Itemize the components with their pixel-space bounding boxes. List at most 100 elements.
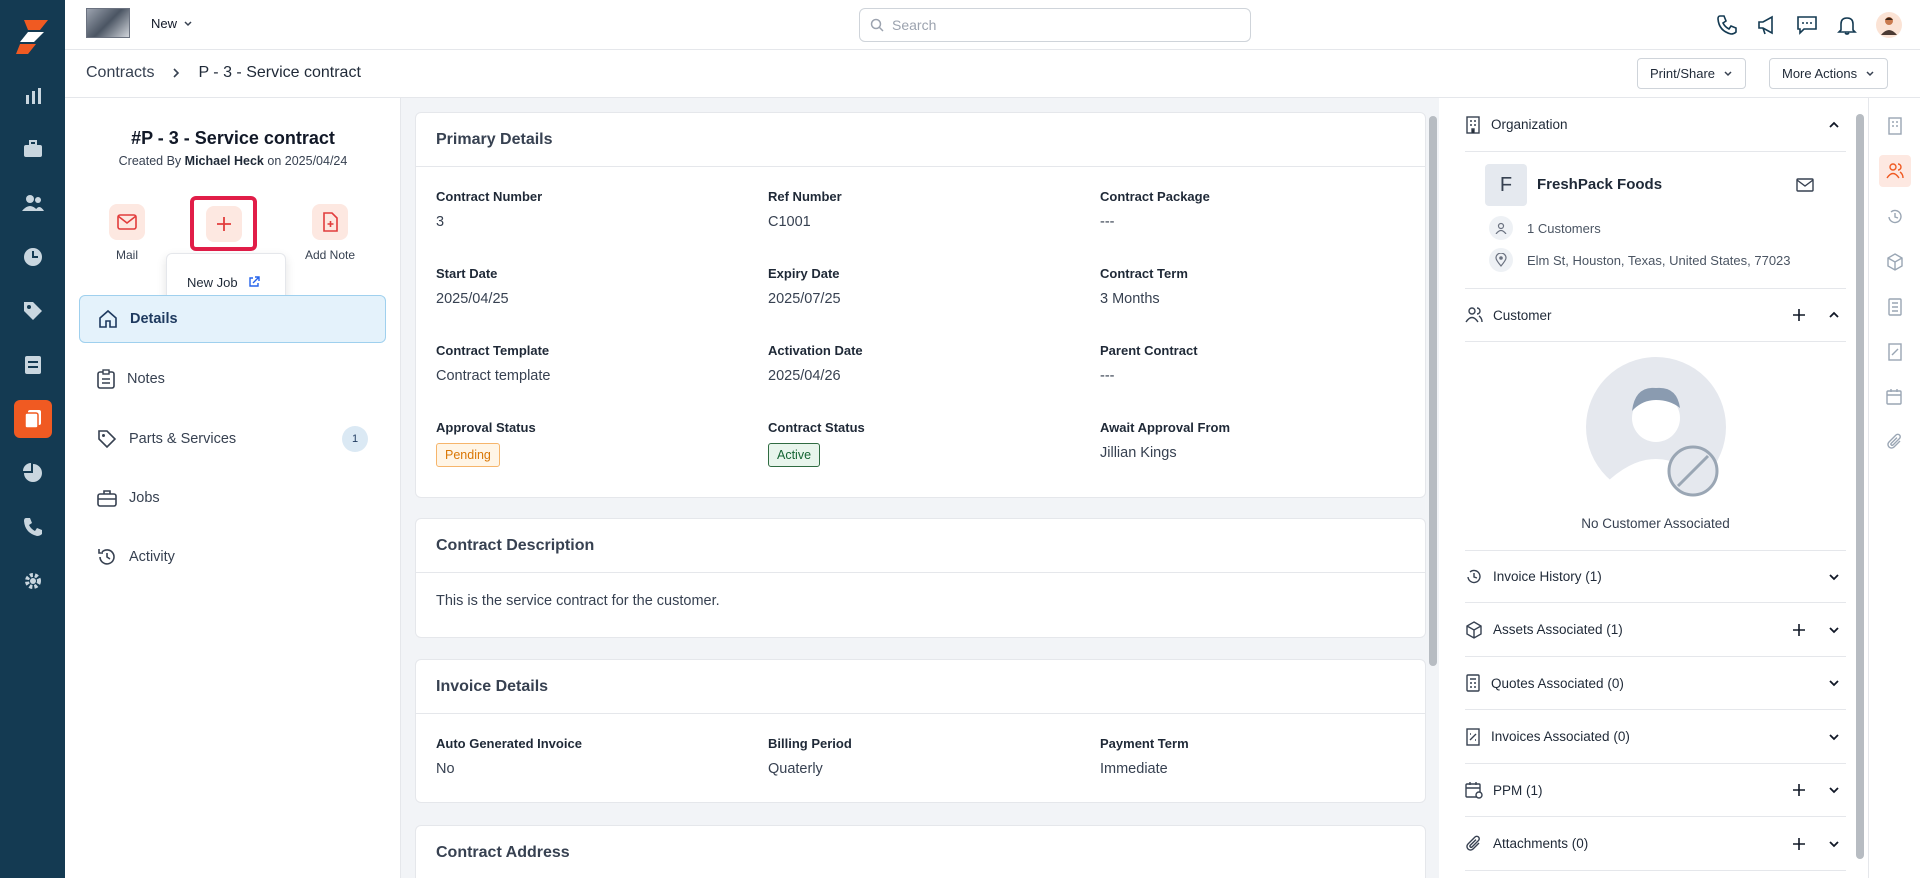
print-share-button[interactable]: Print/Share xyxy=(1637,58,1747,89)
nav-jobs[interactable]: Jobs xyxy=(79,474,386,522)
invoice-history-section[interactable]: Invoice History (1) xyxy=(1465,550,1846,603)
cube-icon xyxy=(1466,620,1482,639)
field-payment-term: Payment Term Immediate xyxy=(1100,736,1420,777)
nav-notes-label: Notes xyxy=(127,371,165,387)
company-logo-thumbnail[interactable] xyxy=(86,8,130,38)
chevron-down-icon[interactable] xyxy=(1828,571,1840,583)
field-activation-date: Activation Date 2025/04/26 xyxy=(768,343,1088,384)
contracts-icon[interactable] xyxy=(14,400,52,438)
chevron-down-icon[interactable] xyxy=(1828,784,1840,796)
briefcase-icon[interactable] xyxy=(14,130,52,168)
field-label: Billing Period xyxy=(768,736,852,751)
reports-icon[interactable] xyxy=(14,77,52,115)
plus-icon[interactable] xyxy=(1792,308,1806,322)
organization-avatar: F xyxy=(1485,164,1527,206)
no-customer-text: No Customer Associated xyxy=(1581,516,1730,531)
mail-icon[interactable] xyxy=(1796,178,1814,192)
nav-notes[interactable]: Notes xyxy=(79,355,386,403)
field-label: Approval Status xyxy=(436,420,536,435)
chevron-up-icon[interactable] xyxy=(1828,119,1840,131)
search-placeholder: Search xyxy=(892,17,937,33)
created-by-name: Michael Heck xyxy=(184,154,264,168)
chat-icon[interactable] xyxy=(1796,14,1818,36)
chevron-down-icon[interactable] xyxy=(1828,677,1840,689)
scrollbar-thumb[interactable] xyxy=(1429,116,1437,666)
briefcase-icon xyxy=(97,490,117,507)
chevron-down-icon[interactable] xyxy=(1828,624,1840,636)
add-note-action[interactable]: Add Note xyxy=(290,204,370,262)
bell-icon[interactable] xyxy=(1836,14,1858,36)
field-label: Await Approval From xyxy=(1100,420,1231,435)
invoices-title: Invoices Associated (0) xyxy=(1491,729,1630,744)
breadcrumb-contracts-link[interactable]: Contracts xyxy=(86,64,154,82)
megaphone-icon[interactable] xyxy=(1756,14,1778,36)
pie-chart-icon[interactable] xyxy=(14,454,52,492)
nav-activity[interactable]: Activity xyxy=(79,533,386,581)
document-icon[interactable] xyxy=(14,346,52,384)
field-value: Quaterly xyxy=(768,761,823,777)
ppm-section[interactable]: PPM (1) xyxy=(1465,764,1846,817)
app-logo-icon[interactable] xyxy=(14,20,50,54)
chevron-up-icon[interactable] xyxy=(1828,309,1840,321)
field-value: 2025/04/26 xyxy=(768,368,841,384)
main-scrollbar[interactable] xyxy=(1429,108,1437,868)
mail-label: Mail xyxy=(115,248,138,262)
attachments-section[interactable]: Attachments (0) xyxy=(1465,817,1846,871)
invoice-history-shortcut-icon[interactable] xyxy=(1879,201,1911,233)
scrollbar-thumb[interactable] xyxy=(1856,114,1864,859)
phone-icon[interactable] xyxy=(14,508,52,546)
ppm-title: PPM (1) xyxy=(1493,782,1543,798)
settings-gear-icon[interactable] xyxy=(14,562,52,600)
attachments-shortcut-icon[interactable] xyxy=(1879,426,1911,458)
print-share-label: Print/Share xyxy=(1650,66,1716,81)
field-label: Expiry Date xyxy=(768,266,840,281)
quotes-shortcut-icon[interactable] xyxy=(1879,291,1911,323)
external-link-icon[interactable] xyxy=(248,276,260,288)
field-value: Contract template xyxy=(436,368,551,384)
nav-parts-services[interactable]: Parts & Services 1 xyxy=(79,415,386,463)
chevron-down-icon[interactable] xyxy=(1828,731,1840,743)
add-note-icon xyxy=(312,204,348,240)
customer-section-header[interactable]: Customer xyxy=(1465,288,1846,342)
organization-section-header[interactable]: Organization xyxy=(1465,98,1846,152)
primary-details-title: Primary Details xyxy=(416,113,1425,167)
plus-icon[interactable] xyxy=(1792,837,1806,851)
organization-address-text: Elm St, Houston, Texas, United States, 7… xyxy=(1527,252,1791,268)
more-actions-button[interactable]: More Actions xyxy=(1769,58,1889,89)
nav-details[interactable]: Details xyxy=(79,295,386,343)
customer-title: Customer xyxy=(1493,307,1552,323)
assets-shortcut-icon[interactable] xyxy=(1879,246,1911,278)
field-value: 3 xyxy=(436,214,445,230)
call-icon[interactable] xyxy=(1716,14,1738,36)
new-dropdown-button[interactable]: New xyxy=(151,16,193,31)
ppm-shortcut-icon[interactable] xyxy=(1879,381,1911,413)
field-value: 2025/07/25 xyxy=(768,291,841,307)
contract-description-card: Contract Description This is the service… xyxy=(415,518,1426,638)
mail-icon xyxy=(109,204,145,240)
mail-action[interactable]: Mail xyxy=(87,204,167,262)
customer-shortcut-icon[interactable] xyxy=(1879,155,1911,187)
right-info-panel: Organization F FreshPack Foods 1 Custome… xyxy=(1439,98,1868,878)
invoices-shortcut-icon[interactable] xyxy=(1879,336,1911,368)
right-panel-scrollbar[interactable] xyxy=(1856,108,1864,868)
field-approval-status: Approval Status Pending xyxy=(436,420,756,467)
top-bar: New Search xyxy=(65,0,1920,50)
user-avatar[interactable] xyxy=(1876,12,1902,38)
users-icon[interactable] xyxy=(14,184,52,222)
field-label: Contract Number xyxy=(436,189,543,204)
global-search-input[interactable]: Search xyxy=(859,8,1251,42)
assets-associated-section[interactable]: Assets Associated (1) xyxy=(1465,603,1846,657)
created-on-prefix: on xyxy=(267,154,282,168)
clock-icon[interactable] xyxy=(14,238,52,276)
chevron-down-icon[interactable] xyxy=(1828,838,1840,850)
home-icon xyxy=(99,309,117,328)
plus-icon[interactable] xyxy=(1792,623,1806,637)
plus-icon[interactable] xyxy=(1792,783,1806,797)
organization-shortcut-icon[interactable] xyxy=(1879,110,1911,142)
quotes-associated-section[interactable]: Quotes Associated (0) xyxy=(1465,657,1846,710)
tag-icon[interactable] xyxy=(14,292,52,330)
new-job-menu-item[interactable]: New Job xyxy=(187,275,238,290)
invoices-associated-section[interactable]: Invoices Associated (0) xyxy=(1465,710,1846,764)
organization-name[interactable]: FreshPack Foods xyxy=(1537,176,1662,193)
add-new-button[interactable] xyxy=(190,196,257,251)
